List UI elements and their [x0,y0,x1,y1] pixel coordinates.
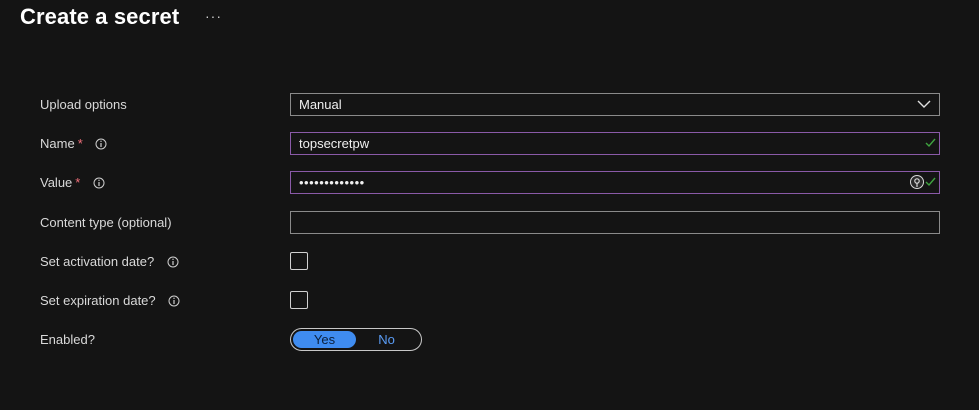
chevron-down-icon [917,100,931,108]
value-label: Value [40,175,73,190]
upload-options-row: Upload options Manual [40,93,940,117]
value-row: Value * ••••••••••••• [40,171,940,195]
expiration-date-row: Set expiration date? [40,289,940,313]
upload-options-value: Manual [299,97,342,112]
content-type-input[interactable] [290,211,940,234]
more-options-button[interactable]: ··· [205,8,222,24]
activation-date-label-group: Set activation date? [40,250,179,274]
value-label-group: Value * [40,171,105,195]
activation-date-label: Set activation date? [40,254,155,269]
value-masked: ••••••••••••• [299,175,365,190]
content-type-row: Content type (optional) [40,211,940,235]
activation-date-row: Set activation date? [40,250,940,274]
enabled-row: Enabled? Yes No [40,328,940,352]
expiration-date-label-group: Set expiration date? [40,289,180,313]
info-icon[interactable] [95,138,107,150]
activation-date-checkbox[interactable] [290,252,308,270]
expiration-date-label: Set expiration date? [40,293,156,308]
reveal-password-icon[interactable] [909,174,925,190]
upload-options-label: Upload options [40,97,127,112]
upload-options-select[interactable]: Manual [290,93,940,116]
expiration-date-checkbox[interactable] [290,291,308,309]
checkmark-icon [925,177,936,187]
enabled-yes-option[interactable]: Yes [293,331,356,348]
name-value: topsecretpw [299,136,370,151]
name-row: Name * topsecretpw [40,132,940,156]
required-indicator: * [77,136,83,151]
content-type-label: Content type (optional) [40,215,172,230]
checkmark-icon [925,138,936,148]
info-icon[interactable] [167,256,179,268]
name-label-group: Name * [40,132,107,156]
required-indicator: * [75,175,81,190]
page-title: Create a secret [20,4,180,29]
info-icon[interactable] [168,295,180,307]
enabled-no-option[interactable]: No [355,331,418,348]
name-input[interactable]: topsecretpw [290,132,940,155]
enabled-label: Enabled? [40,332,95,347]
value-input[interactable]: ••••••••••••• [290,171,940,194]
info-icon[interactable] [93,177,105,189]
create-secret-page: Create a secret ··· Upload options Manua… [0,0,979,410]
name-label: Name [40,136,75,151]
enabled-toggle: Yes No [290,328,422,351]
